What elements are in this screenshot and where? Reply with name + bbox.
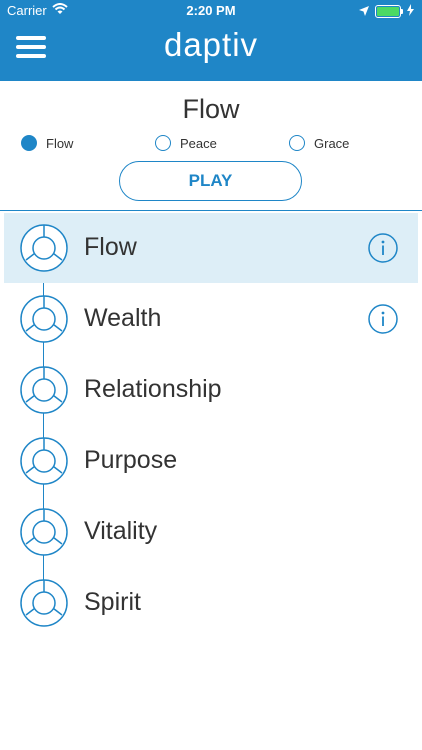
status-right [359, 4, 414, 19]
page-title: Flow [182, 94, 240, 124]
radio-selected-icon[interactable] [21, 135, 37, 151]
radio-unselected-icon[interactable] [289, 135, 305, 151]
battery-nub [401, 9, 403, 14]
option-label: Grace [314, 135, 350, 151]
list-item-label: Flow [84, 233, 137, 261]
list-item-label: Spirit [84, 588, 141, 616]
info-icon[interactable] [368, 304, 398, 334]
list-item-label: Purpose [84, 446, 178, 474]
segmented-ring-icon [20, 508, 68, 556]
location-arrow-icon [359, 4, 369, 19]
segmented-ring-icon [20, 224, 68, 272]
option-label: Peace [180, 135, 217, 151]
charging-bolt-icon [407, 4, 414, 19]
list-item-vitality[interactable]: Vitality [4, 497, 418, 567]
option-label: Flow [46, 135, 74, 151]
segmented-ring-icon [20, 295, 68, 343]
list-item-relationship[interactable]: Relationship [4, 355, 418, 425]
list-item-purpose[interactable]: Purpose [4, 426, 418, 496]
segmented-ring-icon [20, 437, 68, 485]
status-bar: Carrier 2:20 PM [0, 0, 422, 22]
radio-unselected-icon[interactable] [155, 135, 171, 151]
section-divider [0, 210, 422, 211]
list-item-label: Vitality [84, 517, 158, 545]
option-peace[interactable]: Peace [155, 132, 217, 154]
battery-level [377, 7, 399, 16]
list-item-spirit[interactable]: Spirit [4, 568, 418, 638]
app-header: Carrier 2:20 PM daptiv [0, 0, 422, 81]
list-item-label: Relationship [84, 375, 222, 403]
play-button[interactable]: PLAY [119, 161, 302, 201]
list-item-flow[interactable]: Flow [4, 213, 418, 283]
battery-icon [375, 5, 403, 18]
option-flow[interactable]: Flow [21, 132, 73, 154]
segmented-ring-icon [20, 579, 68, 627]
info-icon[interactable] [368, 233, 398, 263]
segmented-ring-icon [20, 366, 68, 414]
brand-logo: daptiv [163, 26, 259, 63]
list-item-label: Wealth [84, 304, 162, 332]
list-item-wealth[interactable]: Wealth [4, 284, 418, 354]
option-grace[interactable]: Grace [289, 132, 349, 154]
